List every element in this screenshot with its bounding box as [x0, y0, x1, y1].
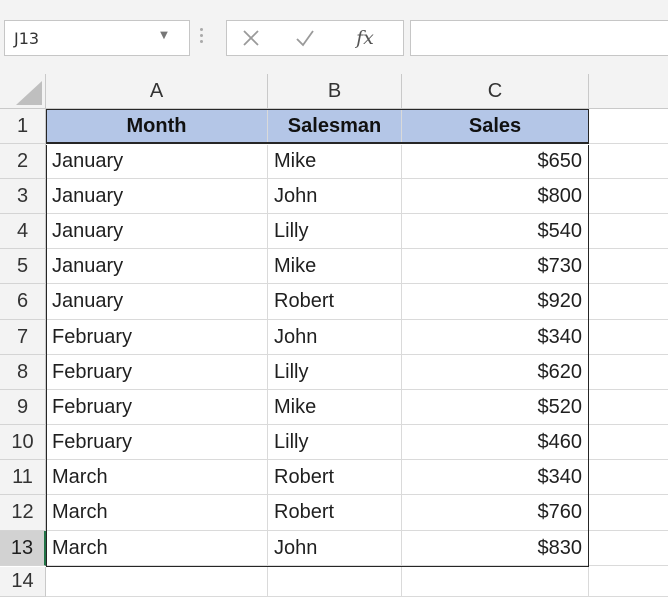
cell-b14[interactable]	[268, 567, 402, 597]
column-header-d[interactable]	[589, 74, 668, 109]
cell-a14[interactable]	[46, 567, 268, 597]
cell-b9[interactable]: Mike	[268, 390, 402, 425]
cell-a12[interactable]: March	[46, 495, 268, 531]
cell-d11[interactable]	[589, 460, 668, 495]
cell-d2[interactable]	[589, 144, 668, 179]
cell-b2[interactable]: Mike	[268, 144, 402, 179]
cell-d4[interactable]	[589, 214, 668, 249]
row-header-13[interactable]: 13	[0, 531, 46, 566]
fx-icon: fx	[356, 27, 374, 49]
row-header-11[interactable]: 11	[0, 460, 46, 495]
cell-d5[interactable]	[589, 249, 668, 284]
cell-d14[interactable]	[589, 567, 668, 597]
cell-d10[interactable]	[589, 425, 668, 460]
grip-handle-icon[interactable]	[200, 28, 204, 48]
row-header-1[interactable]: 1	[0, 109, 46, 144]
cell-c10[interactable]: $460	[402, 425, 589, 460]
cell-c7[interactable]: $340	[402, 320, 589, 355]
column-header-b[interactable]: B	[268, 74, 402, 109]
cell-a3[interactable]: January	[46, 179, 268, 214]
row-header-2[interactable]: 2	[0, 144, 46, 179]
row-header-8[interactable]: 8	[0, 355, 46, 390]
cell-b12[interactable]: Robert	[268, 495, 402, 531]
row-header-6[interactable]: 6	[0, 284, 46, 320]
formula-bar-area: J13 ▼ fx	[0, 0, 668, 74]
row-header-12[interactable]: 12	[0, 495, 46, 531]
cell-d3[interactable]	[589, 179, 668, 214]
name-box[interactable]: J13 ▼	[4, 20, 190, 56]
cell-c4[interactable]: $540	[402, 214, 589, 249]
cell-a11[interactable]: March	[46, 460, 268, 495]
row-header-14[interactable]: 14	[0, 567, 46, 597]
cell-a2[interactable]: January	[46, 144, 268, 179]
checkmark-icon	[296, 30, 314, 47]
cell-a8[interactable]: February	[46, 355, 268, 390]
column-header-a[interactable]: A	[46, 74, 268, 109]
cell-b11[interactable]: Robert	[268, 460, 402, 495]
insert-function-button[interactable]: fx	[345, 24, 385, 52]
cell-a4[interactable]: January	[46, 214, 268, 249]
cell-b4[interactable]: Lilly	[268, 214, 402, 249]
name-box-value: J13	[14, 29, 40, 48]
cell-b7[interactable]: John	[268, 320, 402, 355]
cell-c13[interactable]: $830	[402, 531, 589, 566]
select-all-button[interactable]	[0, 74, 46, 109]
cell-c1[interactable]: Sales	[402, 109, 589, 144]
row-header-5[interactable]: 5	[0, 249, 46, 284]
cell-c2[interactable]: $650	[402, 144, 589, 179]
cell-a10[interactable]: February	[46, 425, 268, 460]
cell-b10[interactable]: Lilly	[268, 425, 402, 460]
cell-a6[interactable]: January	[46, 284, 268, 320]
cell-b8[interactable]: Lilly	[268, 355, 402, 390]
cell-d13[interactable]	[589, 531, 668, 566]
cell-c9[interactable]: $520	[402, 390, 589, 425]
cell-a13[interactable]: March	[46, 531, 268, 566]
cell-b1[interactable]: Salesman	[268, 109, 402, 144]
chevron-down-icon[interactable]: ▼	[159, 31, 169, 41]
select-all-triangle-icon	[16, 81, 42, 105]
row-header-3[interactable]: 3	[0, 179, 46, 214]
cell-d8[interactable]	[589, 355, 668, 390]
row-header-7[interactable]: 7	[0, 320, 46, 355]
cell-c14[interactable]	[402, 567, 589, 597]
row-header-9[interactable]: 9	[0, 390, 46, 425]
column-header-c[interactable]: C	[402, 74, 589, 109]
cell-c5[interactable]: $730	[402, 249, 589, 284]
row-header-10[interactable]: 10	[0, 425, 46, 460]
cell-d7[interactable]	[589, 320, 668, 355]
cell-c3[interactable]: $800	[402, 179, 589, 214]
cell-a7[interactable]: February	[46, 320, 268, 355]
formula-input[interactable]	[410, 20, 668, 56]
close-icon	[243, 30, 259, 46]
row-header-4[interactable]: 4	[0, 214, 46, 249]
cell-b6[interactable]: Robert	[268, 284, 402, 320]
cell-c6[interactable]: $920	[402, 284, 589, 320]
cell-a1[interactable]: Month	[46, 109, 268, 144]
cell-b13[interactable]: John	[268, 531, 402, 566]
cell-c11[interactable]: $340	[402, 460, 589, 495]
cell-b5[interactable]: Mike	[268, 249, 402, 284]
cell-d1[interactable]	[589, 109, 668, 144]
cell-c12[interactable]: $760	[402, 495, 589, 531]
cell-d6[interactable]	[589, 284, 668, 320]
formula-buttons: fx	[226, 20, 404, 56]
cell-a9[interactable]: February	[46, 390, 268, 425]
cell-d12[interactable]	[589, 495, 668, 531]
cell-c8[interactable]: $620	[402, 355, 589, 390]
cancel-button[interactable]	[231, 24, 271, 52]
cell-d9[interactable]	[589, 390, 668, 425]
cell-b3[interactable]: John	[268, 179, 402, 214]
cell-a5[interactable]: January	[46, 249, 268, 284]
enter-button[interactable]	[285, 24, 325, 52]
